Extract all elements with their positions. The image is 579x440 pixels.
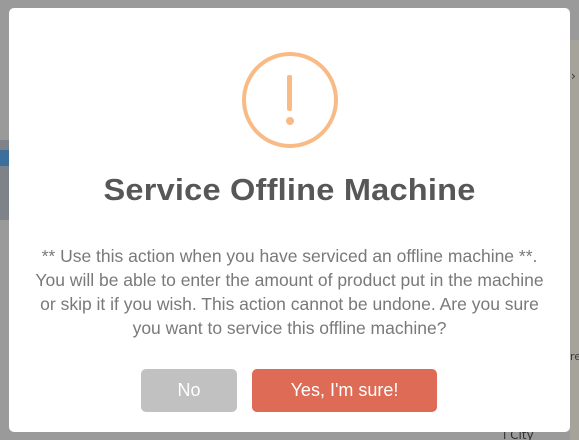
cancel-button[interactable]: No	[141, 369, 237, 412]
background-map-label-right: re	[570, 350, 579, 363]
exclamation-dot	[285, 117, 294, 125]
warning-exclamation-icon	[241, 52, 338, 148]
dialog-title: Service Offline Machine	[103, 172, 476, 207]
background-badge	[0, 150, 9, 166]
confirm-dialog: Service Offline Machine ** Use this acti…	[9, 8, 570, 432]
confirm-button[interactable]: Yes, I'm sure!	[252, 369, 437, 412]
background-chevron-icon: ›	[571, 69, 576, 83]
background-map-edge	[570, 40, 579, 440]
exclamation-bar	[287, 75, 292, 111]
dialog-message: ** Use this action when you have service…	[35, 246, 544, 338]
